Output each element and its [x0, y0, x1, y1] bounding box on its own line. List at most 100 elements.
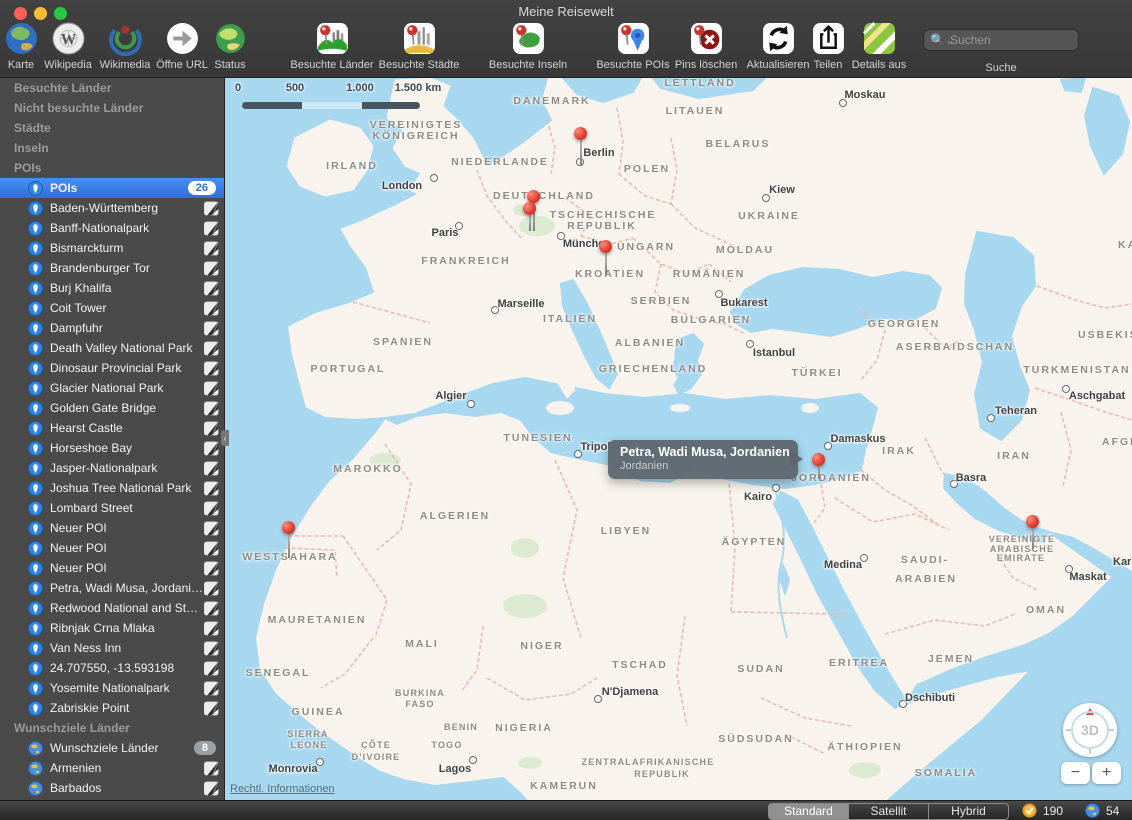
edit-note-icon[interactable] [203, 360, 220, 377]
city-label: London [382, 180, 422, 192]
edit-note-icon[interactable] [203, 260, 220, 277]
sidebar-item-24-707550-13-593198[interactable]: 24.707550, -13.593198 [0, 658, 224, 678]
edit-note-icon[interactable] [203, 460, 220, 477]
country-label: MAURETANIEN [268, 614, 367, 626]
sidebar-item-lombard-street[interactable]: Lombard Street [0, 498, 224, 518]
map-mode-standard[interactable]: Standard [769, 804, 849, 819]
edit-note-icon[interactable] [203, 600, 220, 617]
edit-note-icon[interactable] [203, 200, 220, 217]
edit-note-icon[interactable] [203, 620, 220, 637]
sidebar-item-baden-w-rttemberg[interactable]: Baden-Württemberg [0, 198, 224, 218]
edit-note-icon[interactable] [203, 220, 220, 237]
poi-pin-icon [28, 181, 43, 196]
sidebar-item-van-ness-inn[interactable]: Van Ness Inn [0, 638, 224, 658]
edit-note-icon[interactable] [203, 480, 220, 497]
sidebar-item-banff-nationalpark[interactable]: Banff-Nationalpark [0, 218, 224, 238]
sidebar-item-petra-wadi-musa-jordanien[interactable]: Petra, Wadi Musa, Jordanien [0, 578, 224, 598]
sidebar-item-jasper-nationalpark[interactable]: Jasper-Nationalpark [0, 458, 224, 478]
sidebar-item-armenien[interactable]: Armenien [0, 758, 224, 778]
city-label: Algier [435, 390, 466, 402]
sidebar-item-yosemite-nationalpark[interactable]: Yosemite Nationalpark [0, 678, 224, 698]
sidebar-item-label: POIs [50, 181, 188, 195]
country-label: TUNESIEN [503, 432, 572, 444]
zoom-in-button[interactable]: + [1092, 762, 1121, 784]
sidebar-item-brandenburger-tor[interactable]: Brandenburger Tor [0, 258, 224, 278]
country-label: LITAUEN [666, 105, 725, 117]
sidebar-item-horseshoe-bay[interactable]: Horseshoe Bay [0, 438, 224, 458]
sidebar-item-golden-gate-bridge[interactable]: Golden Gate Bridge [0, 398, 224, 418]
sidebar-item-label: Brandenburger Tor [50, 261, 203, 275]
edit-note-icon[interactable] [203, 660, 220, 677]
sidebar-item-dinosaur-provincial-park[interactable]: Dinosaur Provincial Park [0, 358, 224, 378]
edit-note-icon[interactable] [203, 680, 220, 697]
city-label: Kairo [744, 491, 772, 503]
edit-note-icon[interactable] [203, 380, 220, 397]
edit-note-icon[interactable] [203, 320, 220, 337]
sidebar-item-label: Dampfuhr [50, 321, 203, 335]
sidebar-item-coit-tower[interactable]: Coit Tower [0, 298, 224, 318]
sidebar-item-neuer-poi[interactable]: Neuer POI [0, 518, 224, 538]
sidebar-item-wunschziele-l-nder[interactable]: Wunschziele Länder8 [0, 738, 224, 758]
edit-note-icon[interactable] [203, 560, 220, 577]
edit-note-icon[interactable] [203, 340, 220, 357]
compass-3d-control[interactable]: 3D [1063, 703, 1117, 757]
window-title: Meine Reisewelt [0, 4, 1132, 19]
edit-note-icon[interactable] [203, 420, 220, 437]
edit-note-icon[interactable] [203, 760, 220, 777]
country-label: SERBIEN [631, 295, 692, 307]
country-label: PORTUGAL [311, 363, 386, 375]
country-label: DEUTSCHLAND [493, 190, 595, 202]
edit-note-icon[interactable] [203, 540, 220, 557]
sidebar-item-joshua-tree-national-park[interactable]: Joshua Tree National Park [0, 478, 224, 498]
map-mode-satellit[interactable]: Satellit [849, 804, 929, 819]
edit-note-icon[interactable] [203, 500, 220, 517]
toolbar-item-details-aus[interactable]: Details aus [824, 21, 934, 71]
sidebar-item-dampfuhr[interactable]: Dampfuhr [0, 318, 224, 338]
edit-note-icon[interactable] [203, 640, 220, 657]
search-field: 🔍⌄ [923, 29, 1079, 51]
sidebar-item-pois[interactable]: POIs26 [0, 178, 224, 198]
app-window: Meine Reisewelt KarteWWikipediaWikimedia… [0, 0, 1132, 820]
zoom-out-button[interactable]: − [1061, 762, 1090, 784]
map-canvas[interactable]: LETTLANDDÄNEMARKLITAUENBELARUSVEREINIGTE… [225, 78, 1132, 820]
sidebar-item-redwood-national-and-state-[interactable]: Redwood National and State … [0, 598, 224, 618]
sidebar-item-hearst-castle[interactable]: Hearst Castle [0, 418, 224, 438]
sidebar-item-bismarckturm[interactable]: Bismarckturm [0, 238, 224, 258]
toolbar-item-besuchte-staedte[interactable]: Besuchte Städte [364, 21, 474, 71]
sidebar-item-label: Zabriskie Point [50, 701, 203, 715]
sidebar-item-neuer-poi[interactable]: Neuer POI [0, 538, 224, 558]
toolbar-item-status[interactable]: Status [175, 21, 285, 71]
poi-pin-icon [28, 601, 43, 616]
sidebar-item-death-valley-national-park[interactable]: Death Valley National Park [0, 338, 224, 358]
sidebar-item-glacier-national-park[interactable]: Glacier National Park [0, 378, 224, 398]
toolbar-item-besuchte-inseln[interactable]: Besuchte Inseln [473, 21, 583, 71]
map-mode-hybrid[interactable]: Hybrid [929, 804, 1008, 819]
poi-pin-icon [28, 701, 43, 716]
sidebar-collapse-handle[interactable]: ‹ [221, 430, 229, 446]
city-label: Damaskus [830, 433, 885, 445]
city-label: Berlin [583, 147, 614, 159]
sidebar-item-burj-khalifa[interactable]: Burj Khalifa [0, 278, 224, 298]
edit-note-icon[interactable] [203, 580, 220, 597]
sidebar-item-label: Joshua Tree National Park [50, 481, 203, 495]
edit-note-icon[interactable] [203, 700, 220, 717]
edit-note-icon[interactable] [203, 400, 220, 417]
edit-note-icon[interactable] [203, 280, 220, 297]
pin-head [1026, 515, 1039, 528]
poi-pin-icon [28, 281, 43, 296]
sidebar-item-ribnjak-crna-mlaka[interactable]: Ribnjak Crna Mlaka [0, 618, 224, 638]
green-globe-icon [213, 21, 248, 56]
edit-note-icon[interactable] [203, 520, 220, 537]
globe-icon [28, 761, 43, 776]
edit-note-icon[interactable] [203, 780, 220, 797]
edit-note-icon[interactable] [203, 440, 220, 457]
sidebar-item-neuer-poi[interactable]: Neuer POI [0, 558, 224, 578]
sidebar-item-zabriskie-point[interactable]: Zabriskie Point [0, 698, 224, 718]
poi-pin-icon [28, 521, 43, 536]
edit-note-icon[interactable] [203, 300, 220, 317]
sidebar-item-barbados[interactable]: Barbados [0, 778, 224, 798]
legal-info-link[interactable]: Rechtl. Informationen [230, 783, 335, 795]
poi-pin-icon [28, 441, 43, 456]
toolbar-item-label: Besuchte Städte [379, 59, 460, 71]
edit-note-icon[interactable] [203, 240, 220, 257]
